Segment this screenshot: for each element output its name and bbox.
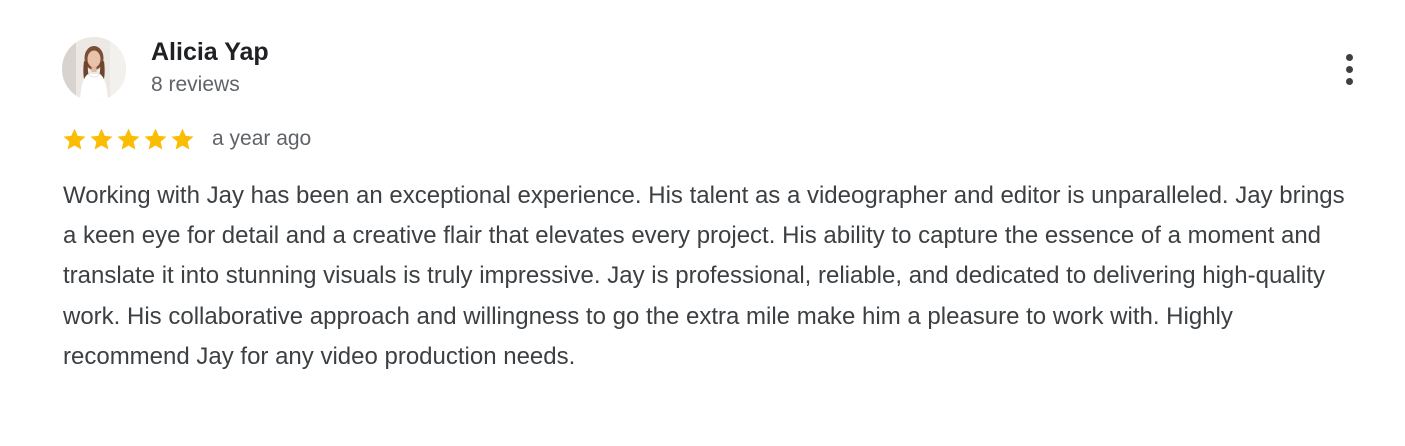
avatar-photo-icon (62, 37, 126, 101)
more-options-button[interactable] (1330, 48, 1368, 90)
more-vert-icon-dot (1345, 77, 1353, 85)
rating-row: a year ago (62, 124, 311, 154)
star-icon (90, 128, 113, 149)
star-icon (117, 128, 140, 149)
author-review-count: 8 reviews (151, 73, 240, 96)
star-icon (144, 128, 167, 149)
avatar[interactable] (62, 37, 126, 101)
more-vert-icon (1345, 53, 1353, 61)
more-vert-icon-dot (1345, 65, 1353, 73)
author-name[interactable]: Alicia Yap (151, 36, 269, 68)
review-text: Working with Jay has been an exceptional… (63, 182, 1345, 370)
star-icon (63, 128, 86, 149)
star-icon (171, 128, 194, 149)
review-card: Alicia Yap 8 reviews a year ago Working … (0, 0, 1405, 446)
review-date: a year ago (212, 127, 312, 150)
star-rating (62, 127, 195, 152)
